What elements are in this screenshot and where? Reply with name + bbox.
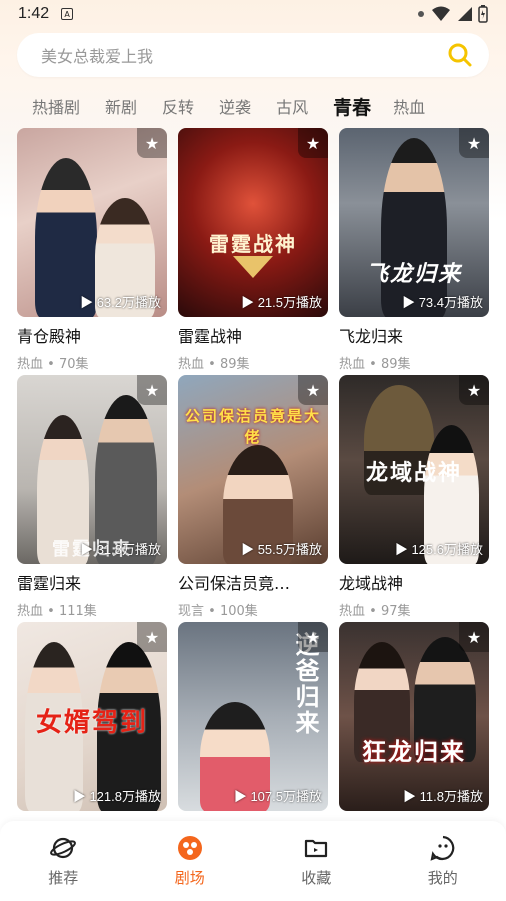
drama-poster[interactable]: 狂龙归来 ★ ▶ 11.8万播放 — [339, 622, 489, 811]
drama-poster[interactable]: 龙域战神 ★ ▶ 125.6万播放 — [339, 375, 489, 564]
status-icons — [416, 5, 488, 23]
status-bar: 1:42 A — [0, 0, 506, 28]
star-icon[interactable]: ★ — [298, 622, 328, 652]
poster-title-art: 飞龙归来 — [365, 261, 462, 287]
nav-recommend[interactable]: 推荐 — [0, 821, 127, 901]
folder-icon — [305, 839, 328, 858]
tab-twist[interactable]: 反转 — [162, 94, 194, 118]
poster-chevron — [233, 256, 273, 278]
drama-poster[interactable]: 雷霆归来 ★ ▶ 31.8万播放 — [17, 375, 167, 564]
drama-title[interactable]: 青仓殿神 — [17, 323, 167, 347]
drama-meta: 热血 • 97集 — [339, 604, 411, 619]
nav-favorites[interactable]: 收藏 — [253, 821, 380, 901]
drama-meta: 热血 • 89集 — [339, 357, 411, 372]
drama-card[interactable]: 飞龙归来 ★ ▶ 73.4万播放 飞龙归来 热血 • 89集 — [339, 128, 489, 375]
nav-label: 剧场 — [174, 869, 205, 887]
search-placeholder: 美女总裁爱上我 — [41, 47, 154, 66]
star-icon[interactable]: ★ — [298, 375, 328, 405]
play-count: ▶ 55.5万播放 — [241, 542, 322, 557]
theater-icon — [177, 836, 202, 860]
drama-title[interactable]: 飞龙归来 — [339, 323, 489, 347]
drama-meta: 热血 • 89集 — [178, 357, 250, 372]
star-icon[interactable]: ★ — [137, 375, 167, 405]
play-count: ▶ 11.8万播放 — [403, 789, 483, 804]
nav-label: 收藏 — [301, 869, 332, 887]
status-time: 1:42 — [18, 5, 50, 22]
drama-poster[interactable]: 雷霆战神 ★ ▶ 21.5万播放 — [178, 128, 328, 317]
poster-title-art: 龙域战神 — [365, 460, 462, 486]
play-count: ▶ 107.5万播放 — [233, 789, 322, 804]
poster-title-art: 雷霆战神 — [209, 232, 297, 256]
planet-icon — [50, 837, 77, 859]
drama-card[interactable]: 雷霆战神 ★ ▶ 21.5万播放 雷霆战神 热血 • 89集 — [178, 128, 328, 375]
cell-signal-icon — [458, 7, 472, 21]
drama-title[interactable]: 雷霆战神 — [178, 323, 328, 347]
play-count: ▶ 31.8万播放 — [80, 542, 161, 557]
tab-comeback[interactable]: 逆袭 — [219, 94, 251, 118]
battery-icon — [478, 5, 488, 23]
star-icon[interactable]: ★ — [137, 622, 167, 652]
tab-youth[interactable]: 青春 — [333, 93, 371, 120]
drama-card[interactable]: 龙域战神 ★ ▶ 125.6万播放 龙域战神 热血 • 97集 — [339, 375, 489, 622]
drama-meta: 热血 • 111集 — [17, 604, 97, 619]
search-bar[interactable]: 美女总裁爱上我 — [17, 33, 489, 77]
nav-profile[interactable]: 我的 — [380, 821, 506, 901]
signal-dot-icon — [418, 11, 424, 17]
star-icon[interactable]: ★ — [137, 128, 167, 158]
tab-new[interactable]: 新剧 — [105, 94, 137, 118]
drama-title[interactable]: 公司保洁员竟… — [178, 570, 328, 594]
poster-title-art: 公司保洁员竟是大佬 — [184, 407, 321, 446]
play-count: ▶ 121.8万播放 — [72, 789, 161, 804]
drama-title[interactable]: 雷霆归来 — [17, 570, 167, 594]
star-icon[interactable]: ★ — [459, 375, 489, 405]
drama-card[interactable]: ★ ▶ 63.2万播放 青仓殿神 热血 • 70集 — [17, 128, 167, 375]
drama-meta: 现言 • 100集 — [178, 604, 258, 619]
drama-card[interactable]: 公司保洁员竟是大佬 ★ ▶ 55.5万播放 公司保洁员竟… 现言 • 100集 — [178, 375, 328, 622]
tab-hot[interactable]: 热播剧 — [32, 94, 80, 118]
drama-meta: 热血 • 70集 — [17, 357, 89, 372]
drama-grid: ★ ▶ 63.2万播放 青仓殿神 热血 • 70集 雷霆战神 ★ ▶ 21.5万… — [17, 128, 489, 869]
wifi-icon — [432, 6, 450, 21]
drama-poster[interactable]: 公司保洁员竟是大佬 ★ ▶ 55.5万播放 — [178, 375, 328, 564]
category-tabs: 热播剧 新剧 反转 逆袭 古风 青春 热血 — [0, 88, 506, 124]
notification-icon: A — [61, 8, 74, 20]
star-icon[interactable]: ★ — [459, 128, 489, 158]
drama-poster[interactable]: 飞龙归来 ★ ▶ 73.4万播放 — [339, 128, 489, 317]
smile-icon — [430, 835, 455, 861]
star-icon[interactable]: ★ — [298, 128, 328, 158]
poster-title-art: 狂龙归来 — [362, 737, 466, 766]
drama-poster[interactable]: 逆爸归来 ★ ▶ 107.5万播放 — [178, 622, 328, 811]
tab-passion[interactable]: 热血 — [393, 94, 425, 118]
play-count: ▶ 63.2万播放 — [80, 295, 161, 310]
play-count: ▶ 73.4万播放 — [402, 295, 483, 310]
play-count: ▶ 125.6万播放 — [394, 542, 483, 557]
nav-label: 我的 — [427, 869, 458, 887]
nav-label: 推荐 — [48, 869, 79, 887]
poster-title-art: 女婿驾到 — [35, 708, 148, 738]
drama-poster[interactable]: ★ ▶ 63.2万播放 — [17, 128, 167, 317]
bottom-nav: 推荐 剧场 收藏 我的 — [0, 821, 506, 901]
drama-poster[interactable]: 女婿驾到 ★ ▶ 121.8万播放 — [17, 622, 167, 811]
poster-figure — [381, 138, 447, 317]
drama-card[interactable]: 雷霆归来 ★ ▶ 31.8万播放 雷霆归来 热血 • 111集 — [17, 375, 167, 622]
nav-theater[interactable]: 剧场 — [127, 821, 254, 901]
tab-ancient[interactable]: 古风 — [276, 94, 308, 118]
play-count: ▶ 21.5万播放 — [241, 295, 322, 310]
drama-title[interactable]: 龙域战神 — [339, 570, 489, 594]
star-icon[interactable]: ★ — [459, 622, 489, 652]
search-icon[interactable] — [447, 42, 473, 68]
